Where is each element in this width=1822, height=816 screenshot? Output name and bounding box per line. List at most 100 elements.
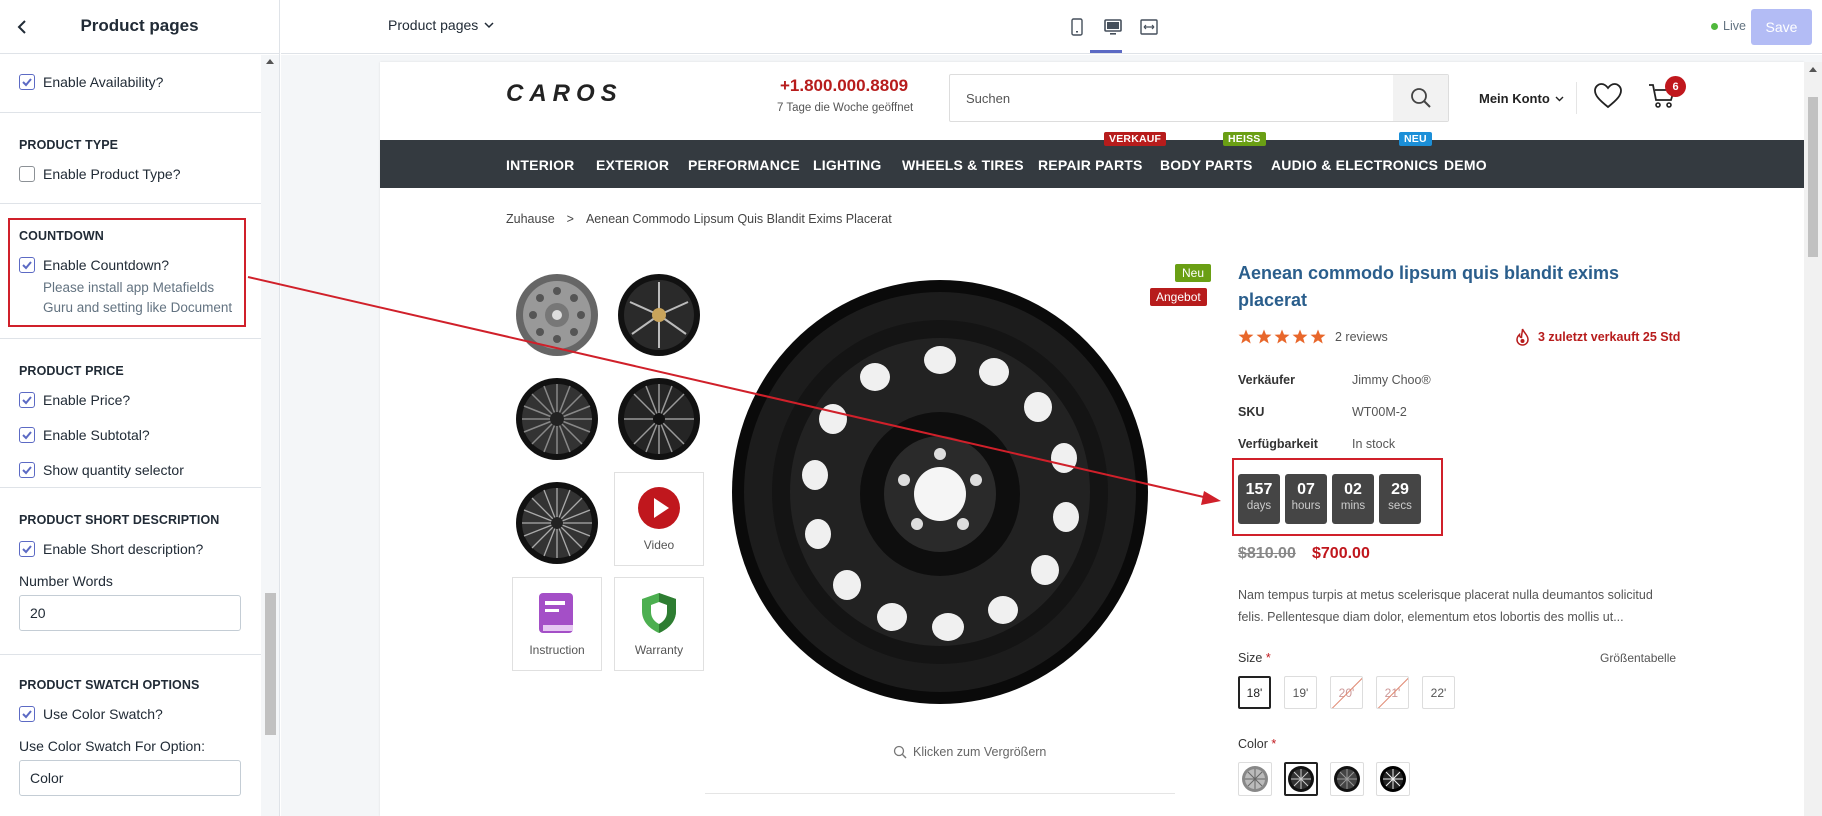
store-phone[interactable]: +1.800.000.8809 [780, 76, 908, 96]
product-type-checkbox-row[interactable]: Enable Product Type? [19, 163, 243, 185]
page-select-dropdown[interactable]: Product pages [388, 17, 494, 33]
warranty-thumbnail[interactable]: Warranty [614, 577, 704, 671]
size-option-21[interactable]: 21' [1376, 676, 1409, 709]
enable-price-checkbox[interactable] [19, 392, 35, 408]
vendor-value[interactable]: Jimmy Choo® [1352, 373, 1431, 387]
instruction-thumbnail[interactable]: Instruction [512, 577, 602, 671]
new-badge: Neu [1399, 132, 1432, 146]
video-thumbnail[interactable]: Video [614, 472, 704, 566]
svg-text:CAROS: CAROS [506, 82, 623, 104]
color-swatch-checkbox[interactable] [19, 706, 35, 722]
main-product-image[interactable] [720, 252, 1160, 732]
sale-badge: Verkauf [1104, 132, 1167, 146]
availability-checkbox-row[interactable]: Enable Availability? [19, 55, 243, 93]
size-option-label: Size * [1238, 651, 1271, 665]
alloy-wheel-thumbnail [618, 274, 700, 356]
store-search[interactable]: Suchen [949, 74, 1449, 122]
thumbnail-3[interactable] [512, 372, 602, 466]
chevron-down-icon [484, 21, 494, 28]
compare-price: $810.00 [1238, 545, 1296, 562]
color-swatch-2[interactable] [1284, 762, 1318, 796]
show-qty-checkbox[interactable] [19, 462, 35, 478]
account-menu[interactable]: Mein Konto [1479, 91, 1564, 106]
enable-price-row[interactable]: Enable Price? [19, 389, 243, 411]
search-button[interactable] [1393, 75, 1448, 121]
save-button[interactable]: Save [1751, 9, 1812, 45]
nav-item-body-parts[interactable]: BODY PARTS Heiß [1160, 132, 1266, 173]
scroll-up-arrow-icon[interactable] [266, 59, 274, 64]
swatch-option-input[interactable]: Color [19, 760, 241, 796]
nav-item-lighting[interactable]: LIGHTING [813, 157, 881, 173]
warranty-label: Warranty [634, 643, 684, 657]
section-product-price: PRODUCT PRICE Enable Price? Enable Subto… [0, 339, 262, 488]
device-switcher [1065, 14, 1161, 40]
thumbnail-1[interactable] [512, 268, 602, 362]
nav-item-performance[interactable]: PERFORMANCE [688, 157, 800, 173]
search-placeholder[interactable]: Suchen [966, 91, 1010, 106]
preview-scrollbar[interactable] [1804, 62, 1822, 816]
zoom-hint[interactable]: Klicken zum Vergrößern [893, 745, 1046, 759]
color-swatch-1[interactable] [1238, 762, 1272, 796]
show-qty-row[interactable]: Show quantity selector [19, 459, 243, 481]
color-swatch-4[interactable] [1376, 762, 1410, 796]
search-icon [1410, 88, 1431, 108]
breadcrumb: Zuhause > Aenean Commodo Lipsum Quis Bla… [506, 212, 892, 226]
wishlist-button[interactable] [1593, 82, 1623, 115]
spoke-wheel-thumbnail [516, 482, 598, 564]
availability-value: In stock [1352, 437, 1396, 451]
color-swatch-label: Use Color Swatch? [43, 706, 163, 722]
fullwidth-view-button[interactable] [1137, 14, 1161, 40]
product-type-checkbox[interactable] [19, 166, 35, 182]
multispoke-wheel-thumbnail [516, 378, 598, 460]
color-swatch-3[interactable] [1330, 762, 1364, 796]
nav-item-exterior[interactable]: EXTERIOR [596, 157, 669, 173]
countdown-days-unit: days [1246, 500, 1272, 512]
countdown-secs-unit: secs [1388, 500, 1412, 512]
reviews-count[interactable]: 2 reviews [1335, 330, 1388, 344]
size-option-20[interactable]: 20' [1330, 676, 1363, 709]
countdown-days-value: 157 [1245, 481, 1273, 498]
short-description-checkbox[interactable] [19, 541, 35, 557]
nav-item-wheels-tires[interactable]: WHEELS & TIRES [902, 157, 1024, 173]
thumbnail-5[interactable] [512, 476, 602, 570]
enable-subtotal-checkbox[interactable] [19, 427, 35, 443]
color-option-label: Color * [1238, 737, 1276, 751]
color-swatch-checkbox-row[interactable]: Use Color Swatch? [19, 703, 243, 725]
live-dot-icon [1711, 22, 1718, 30]
storefront-preview: CAROS +1.800.000.8809 7 Tage die Woche g… [380, 62, 1804, 816]
short-description-title: PRODUCT SHORT DESCRIPTION [19, 513, 220, 527]
short-description: Nam tempus turpis at metus scelerisque p… [1238, 588, 1653, 624]
store-logo[interactable]: CAROS [506, 80, 676, 109]
size-option-19[interactable]: 19' [1284, 676, 1317, 709]
store-phone-subtitle: 7 Tage die Woche geöffnet [777, 102, 914, 114]
nav-item-repair-parts[interactable]: REPAIR PARTS Verkauf [1038, 132, 1167, 173]
breadcrumb-home[interactable]: Zuhause [506, 212, 555, 226]
sidebar-scrollbar[interactable] [261, 55, 279, 816]
countdown-hours-value: 07 [1297, 481, 1315, 498]
color-required-mark: * [1271, 737, 1277, 751]
short-description-checkbox-row[interactable]: Enable Short description? [19, 538, 243, 560]
section-product-type: PRODUCT TYPE Enable Product Type? [0, 113, 262, 204]
scroll-up-arrow-icon[interactable] [1809, 67, 1817, 72]
nav-item-interior[interactable]: INTERIOR [506, 157, 575, 173]
mobile-view-button[interactable] [1065, 14, 1089, 40]
thumbnail-4[interactable] [614, 372, 704, 466]
desktop-view-button[interactable] [1101, 14, 1125, 40]
size-option-18[interactable]: 18' [1238, 676, 1271, 709]
countdown-secs: 29 secs [1379, 474, 1421, 524]
thumbnail-2[interactable] [614, 268, 704, 362]
nav-item-demo[interactable]: DEMO [1444, 157, 1487, 173]
size-option-22[interactable]: 22' [1422, 676, 1455, 709]
countdown-hours-unit: hours [1291, 500, 1321, 512]
number-words-input[interactable]: 20 [19, 595, 241, 631]
rating-stars[interactable] [1238, 329, 1326, 344]
countdown-hours: 07 hours [1285, 474, 1327, 524]
sidebar-scrollbar-thumb[interactable] [265, 593, 276, 735]
size-chart-link[interactable]: Größentabelle [1600, 651, 1676, 665]
hot-badge: Heiß [1223, 132, 1266, 146]
enable-subtotal-row[interactable]: Enable Subtotal? [19, 424, 243, 446]
availability-checkbox[interactable] [19, 74, 35, 90]
preview-scrollbar-thumb[interactable] [1808, 97, 1818, 257]
product-new-badge: Neu [1175, 264, 1212, 282]
nav-item-audio-electronics[interactable]: AUDIO & ELECTRONICS Neu [1271, 132, 1438, 173]
